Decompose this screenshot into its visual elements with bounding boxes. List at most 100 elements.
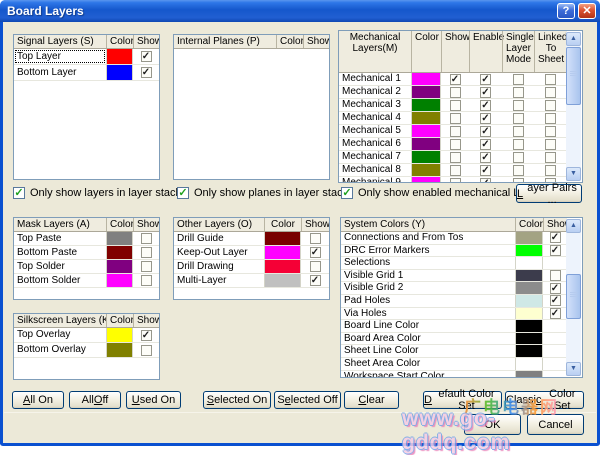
silkscreen-layer-row[interactable]: Bottom Overlay: [14, 343, 159, 358]
show-checkbox[interactable]: [450, 126, 461, 137]
scroll-down-icon[interactable]: ▼: [566, 167, 581, 181]
show-checkbox[interactable]: [450, 165, 461, 176]
system-color-row[interactable]: Board Area Color: [341, 333, 567, 346]
color-swatch[interactable]: [265, 232, 300, 245]
mask-layer-row[interactable]: Top Paste: [14, 232, 159, 246]
enable-checkbox[interactable]: [480, 100, 491, 111]
system-color-row[interactable]: Sheet Area Color: [341, 358, 567, 371]
show-checkbox[interactable]: [450, 87, 461, 98]
single-layer-mode-checkbox[interactable]: [513, 178, 524, 184]
show-checkbox[interactable]: [141, 345, 152, 356]
checkbox-icon[interactable]: [341, 187, 353, 199]
color-swatch[interactable]: [107, 260, 132, 273]
only-show-planes-in-stack-option[interactable]: Only show planes in layer stack: [177, 186, 348, 199]
show-checkbox[interactable]: [310, 247, 321, 258]
titlebar[interactable]: Board Layers ? ✕: [0, 0, 600, 22]
show-checkbox[interactable]: [141, 233, 152, 244]
color-swatch[interactable]: [107, 232, 132, 245]
show-checkbox[interactable]: [310, 261, 321, 272]
show-checkbox[interactable]: [450, 113, 461, 124]
color-swatch[interactable]: [516, 371, 542, 378]
color-swatch[interactable]: [265, 274, 300, 287]
system-colors-scrollbar[interactable]: ▲ ▼: [566, 219, 581, 376]
only-show-layers-in-stack-option[interactable]: Only show layers in layer stack: [13, 186, 181, 199]
classic-color-set-button[interactable]: Classic Color Set: [505, 391, 584, 409]
show-checkbox[interactable]: [141, 275, 152, 286]
scroll-up-icon[interactable]: ▲: [566, 32, 581, 46]
show-checkbox[interactable]: [141, 67, 152, 78]
single-layer-mode-checkbox[interactable]: [513, 87, 524, 98]
system-color-row[interactable]: Selections: [341, 257, 567, 270]
color-swatch[interactable]: [412, 86, 440, 98]
show-checkbox[interactable]: [550, 283, 561, 294]
color-swatch[interactable]: [516, 333, 542, 345]
signal-layer-row[interactable]: Bottom Layer: [14, 65, 159, 81]
scroll-down-icon[interactable]: ▼: [566, 362, 581, 376]
system-color-row[interactable]: DRC Error Markers: [341, 245, 567, 258]
show-checkbox[interactable]: [310, 233, 321, 244]
other-layer-row[interactable]: Drill Drawing: [174, 260, 329, 274]
single-layer-mode-checkbox[interactable]: [513, 74, 524, 85]
enable-checkbox[interactable]: [480, 87, 491, 98]
selected-on-button[interactable]: Selected On: [203, 391, 271, 409]
other-layer-row[interactable]: Drill Guide: [174, 232, 329, 246]
enable-checkbox[interactable]: [480, 139, 491, 150]
color-swatch[interactable]: [516, 282, 542, 294]
color-swatch[interactable]: [516, 358, 542, 370]
enable-checkbox[interactable]: [480, 152, 491, 163]
linked-to-sheet-checkbox[interactable]: [545, 165, 556, 176]
color-swatch[interactable]: [516, 270, 542, 282]
default-color-set-button[interactable]: Default Color Set: [423, 391, 502, 409]
color-swatch[interactable]: [107, 328, 132, 342]
color-swatch[interactable]: [265, 260, 300, 273]
system-color-row[interactable]: Pad Holes: [341, 295, 567, 308]
mask-layer-row[interactable]: Bottom Solder: [14, 274, 159, 288]
selected-off-button[interactable]: Selected Off: [274, 391, 341, 409]
mechanical-layer-row[interactable]: Mechanical 4: [339, 112, 567, 125]
show-checkbox[interactable]: [550, 232, 561, 243]
color-swatch[interactable]: [265, 246, 300, 259]
color-swatch[interactable]: [516, 295, 542, 307]
system-color-row[interactable]: Connections and From Tos: [341, 232, 567, 245]
mechanical-layer-row[interactable]: Mechanical 7: [339, 151, 567, 164]
show-checkbox[interactable]: [450, 178, 461, 184]
silkscreen-layer-row[interactable]: Top Overlay: [14, 328, 159, 343]
color-swatch[interactable]: [107, 65, 132, 80]
scrollbar-thumb[interactable]: [566, 47, 581, 105]
linked-to-sheet-checkbox[interactable]: [545, 87, 556, 98]
color-swatch[interactable]: [107, 343, 132, 357]
show-checkbox[interactable]: [450, 100, 461, 111]
enable-checkbox[interactable]: [480, 113, 491, 124]
mechanical-layer-row[interactable]: Mechanical 3: [339, 99, 567, 112]
show-checkbox[interactable]: [450, 152, 461, 163]
single-layer-mode-checkbox[interactable]: [513, 113, 524, 124]
mask-layer-row[interactable]: Bottom Paste: [14, 246, 159, 260]
other-layer-row[interactable]: Multi-Layer: [174, 274, 329, 288]
show-checkbox[interactable]: [310, 275, 321, 286]
show-checkbox[interactable]: [550, 308, 561, 319]
color-swatch[interactable]: [412, 138, 440, 150]
color-swatch[interactable]: [516, 245, 542, 257]
linked-to-sheet-checkbox[interactable]: [545, 74, 556, 85]
cancel-button[interactable]: Cancel: [527, 414, 584, 435]
all-off-button[interactable]: All Off: [69, 391, 121, 409]
close-button[interactable]: ✕: [578, 3, 596, 19]
used-on-button[interactable]: Used On: [126, 391, 181, 409]
single-layer-mode-checkbox[interactable]: [513, 139, 524, 150]
mechanical-layer-row[interactable]: Mechanical 5: [339, 125, 567, 138]
enable-checkbox[interactable]: [480, 165, 491, 176]
mechanical-layer-row[interactable]: Mechanical 8: [339, 164, 567, 177]
help-button[interactable]: ?: [557, 3, 575, 19]
enable-checkbox[interactable]: [480, 74, 491, 85]
system-color-row[interactable]: Sheet Line Color: [341, 345, 567, 358]
all-on-button[interactable]: All On: [12, 391, 64, 409]
single-layer-mode-checkbox[interactable]: [513, 152, 524, 163]
show-checkbox[interactable]: [141, 261, 152, 272]
color-swatch[interactable]: [516, 232, 542, 244]
mask-layer-row[interactable]: Top Solder: [14, 260, 159, 274]
other-layer-row[interactable]: Keep-Out Layer: [174, 246, 329, 260]
linked-to-sheet-checkbox[interactable]: [545, 152, 556, 163]
show-checkbox[interactable]: [550, 270, 561, 281]
show-checkbox[interactable]: [550, 295, 561, 306]
signal-layer-row[interactable]: Top Layer: [14, 49, 159, 65]
